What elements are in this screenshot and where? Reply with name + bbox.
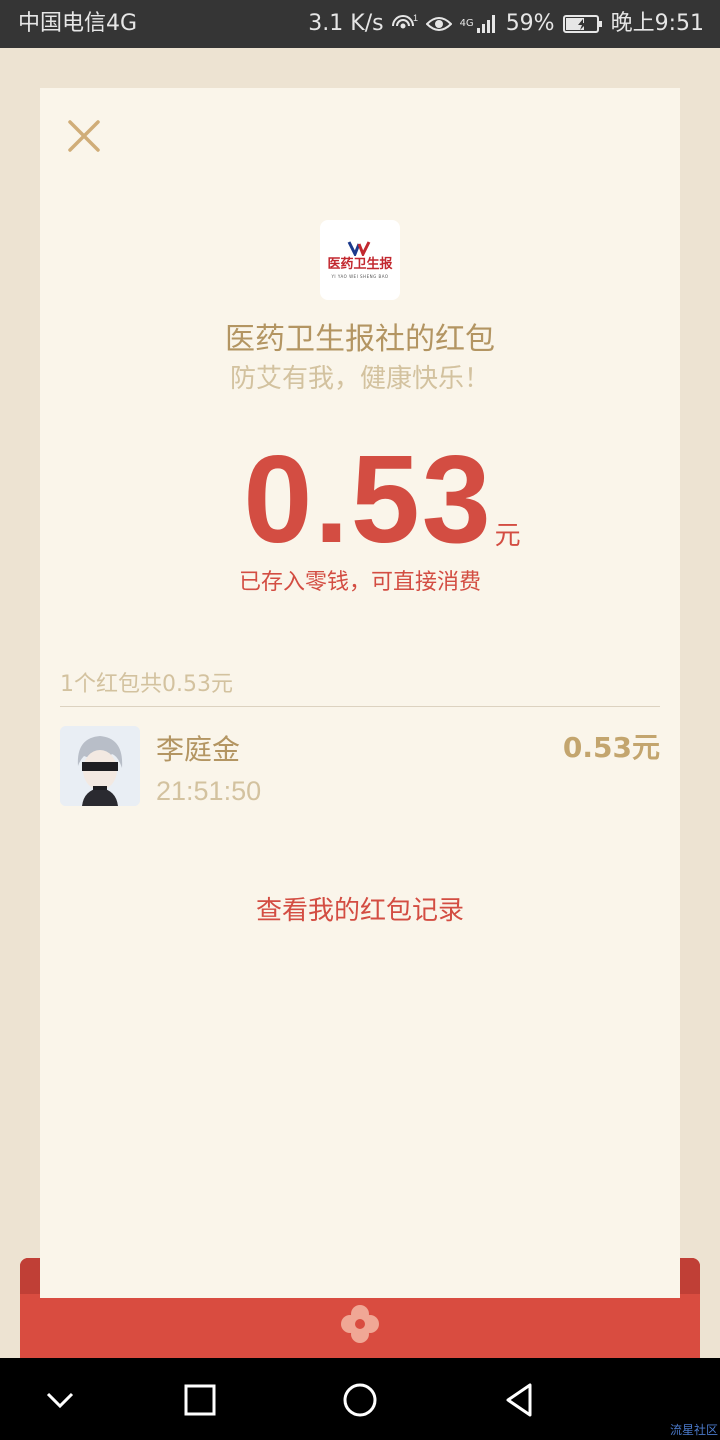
- record-name: 李庭金: [156, 733, 241, 766]
- avatar[interactable]: [60, 726, 140, 806]
- divider: [60, 706, 660, 707]
- logo-subtext: YI YAO WEI SHENG BAO: [331, 274, 389, 279]
- back-icon[interactable]: [498, 1378, 542, 1422]
- record-amount: 0.53元: [562, 731, 660, 764]
- svg-text:1: 1: [413, 13, 418, 23]
- sender-title: 医药卫生报社的红包: [225, 322, 495, 357]
- watermark-text: 流星社区: [669, 1423, 718, 1437]
- status-icons: 3.1 K/s 1 4G 59% 晚上9:51: [308, 0, 704, 48]
- carrier-label: 中国电信4G: [18, 11, 138, 36]
- received-amount: 0.53: [243, 431, 493, 569]
- envelope-emblem-icon: [341, 1305, 379, 1343]
- status-bar: 中国电信4G 3.1 K/s 1 4G 59% 晚上9:51: [0, 0, 720, 48]
- battery-charging-icon: [562, 15, 602, 33]
- chevron-down-icon[interactable]: [38, 1378, 82, 1422]
- amount-unit: 元: [494, 521, 521, 551]
- packet-summary: 1个红包共0.53元: [60, 672, 233, 697]
- close-icon[interactable]: [62, 114, 106, 158]
- stored-note: 已存入零钱，可直接消费: [238, 570, 481, 595]
- recent-apps-icon[interactable]: [178, 1378, 222, 1422]
- card-zigzag-edge: [40, 1286, 680, 1298]
- hotspot-icon: 1: [391, 13, 418, 29]
- navigation-bar: 流星社区: [0, 1358, 720, 1440]
- home-icon[interactable]: [338, 1378, 382, 1422]
- signal-type: 4G: [459, 18, 474, 29]
- amount-row: 0.53 元: [40, 431, 680, 569]
- greeting-message: 防艾有我，健康快乐！: [229, 364, 490, 394]
- logo-mark-icon: [347, 241, 371, 256]
- record-time: 21:51:50: [156, 776, 262, 806]
- battery-percent: 59%: [505, 11, 555, 36]
- network-speed: 3.1 K/s: [308, 11, 384, 36]
- eye-icon: [425, 17, 452, 31]
- view-history-link[interactable]: 查看我的红包记录: [40, 890, 680, 927]
- signal-bars-icon: [476, 15, 495, 33]
- clock: 晚上9:51: [610, 11, 704, 36]
- red-packet-detail-card: 医药卫生报 YI YAO WEI SHENG BAO 医药卫生报社的红包 防艾有…: [40, 88, 680, 1298]
- list-item[interactable]: 李庭金 21:51:50 0.53元: [60, 726, 660, 808]
- logo-text: 医药卫生报: [327, 257, 393, 272]
- sender-logo: 医药卫生报 YI YAO WEI SHENG BAO: [320, 220, 400, 300]
- avatar-image: [60, 726, 140, 806]
